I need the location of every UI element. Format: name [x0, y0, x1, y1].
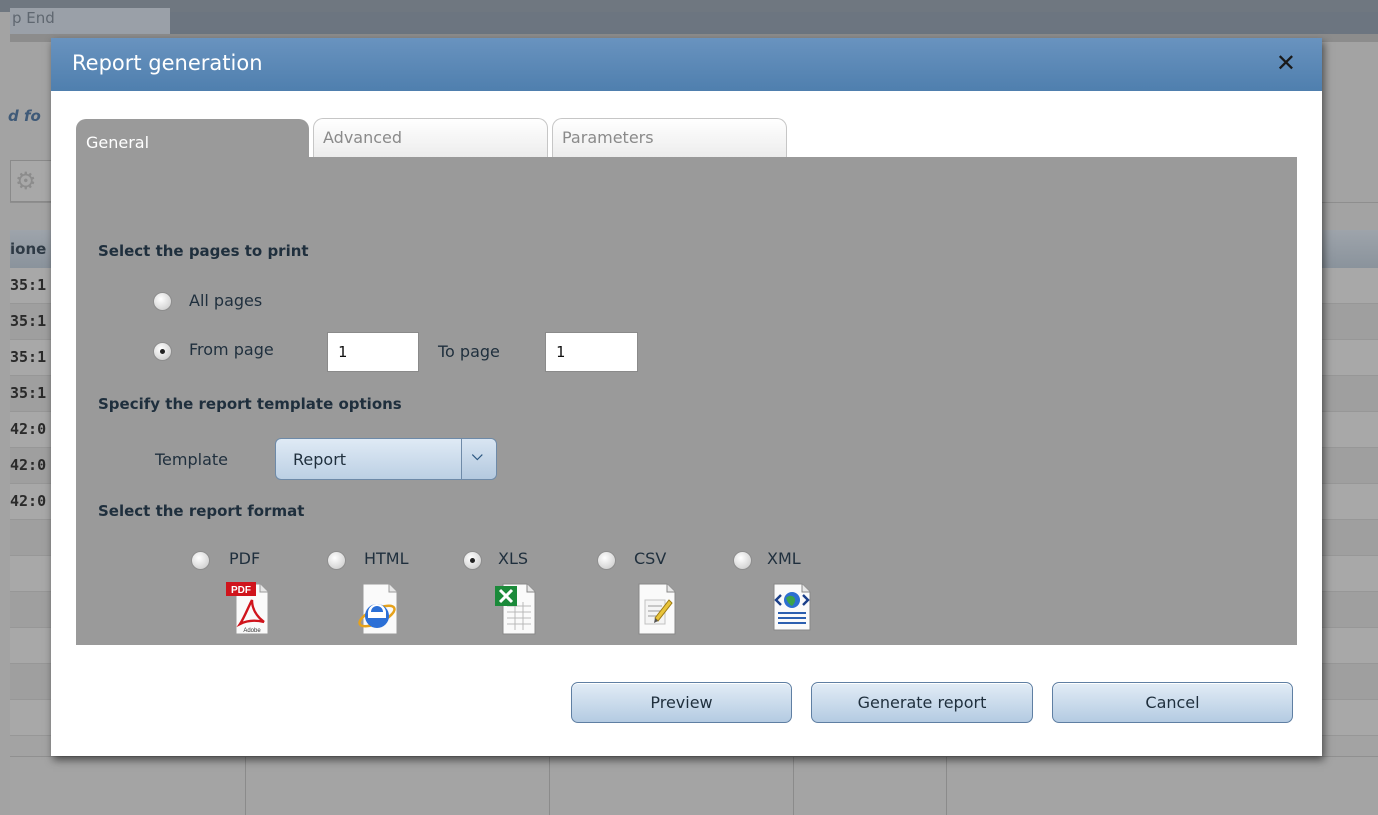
- column-divider: [549, 757, 550, 815]
- all-pages-radio[interactable]: [153, 292, 172, 311]
- background-settings-button: ⚙: [10, 160, 54, 202]
- generate-report-button[interactable]: Generate report: [811, 682, 1033, 723]
- tab-general[interactable]: General: [76, 119, 309, 157]
- background-table-footer: [10, 756, 1378, 815]
- format-heading: Select the report format: [98, 502, 305, 520]
- column-divider: [946, 757, 947, 815]
- column-divider: [793, 757, 794, 815]
- column-divider: [245, 757, 246, 815]
- to-page-label: To page: [438, 342, 500, 361]
- html-format-radio[interactable]: [327, 551, 346, 570]
- background-heading: d fo: [8, 107, 41, 125]
- from-page-label: From page: [189, 340, 274, 359]
- cancel-button[interactable]: Cancel: [1052, 682, 1293, 723]
- template-label: Template: [155, 450, 229, 469]
- general-tab-panel: Select the pages to print All pages From…: [76, 157, 1297, 645]
- background-tab: p End: [10, 8, 170, 34]
- xls-format-label: XLS: [498, 549, 529, 568]
- xml-document-icon: [773, 583, 811, 631]
- template-select[interactable]: Report ⌵: [275, 438, 497, 480]
- template-heading: Specify the report template options: [98, 395, 402, 413]
- to-page-input[interactable]: [545, 332, 638, 372]
- pdf-adobe-icon: PDF Adobe: [226, 582, 269, 635]
- from-page-input[interactable]: [327, 332, 419, 372]
- csv-format-label: CSV: [634, 549, 667, 568]
- gear-icon: ⚙: [15, 167, 37, 195]
- internet-explorer-icon: [358, 583, 398, 635]
- dialog-title: Report generation: [72, 51, 263, 75]
- adobe-text: Adobe: [243, 628, 261, 634]
- close-icon[interactable]: ✕: [1276, 48, 1296, 78]
- xml-format-radio[interactable]: [733, 551, 752, 570]
- html-format-label: HTML: [364, 549, 409, 568]
- dialog-titlebar: Report generation ✕: [51, 38, 1322, 91]
- text-document-icon: [638, 583, 676, 635]
- pdf-format-radio[interactable]: [191, 551, 210, 570]
- pdf-badge-text: PDF: [231, 585, 251, 596]
- csv-format-radio[interactable]: [597, 551, 616, 570]
- tab-parameters[interactable]: Parameters: [552, 118, 787, 158]
- chevron-down-icon: ⌵: [472, 448, 483, 464]
- all-pages-label: All pages: [189, 291, 263, 310]
- top-bar: [10, 12, 1378, 34]
- xls-format-radio[interactable]: [463, 551, 482, 570]
- top-strip: [0, 0, 1378, 12]
- background-column-header: ione: [10, 240, 47, 258]
- tab-advanced[interactable]: Advanced: [313, 118, 548, 158]
- xml-format-label: XML: [767, 549, 801, 568]
- pdf-format-label: PDF: [229, 549, 261, 568]
- template-selected-value: Report: [293, 450, 347, 469]
- pages-heading: Select the pages to print: [98, 242, 309, 260]
- excel-document-icon: [495, 583, 536, 635]
- from-page-radio[interactable]: [153, 342, 172, 361]
- report-generation-dialog: Report generation ✕ General Advanced Par…: [51, 38, 1322, 756]
- dropdown-toggle[interactable]: ⌵: [461, 439, 496, 479]
- preview-button[interactable]: Preview: [571, 682, 792, 723]
